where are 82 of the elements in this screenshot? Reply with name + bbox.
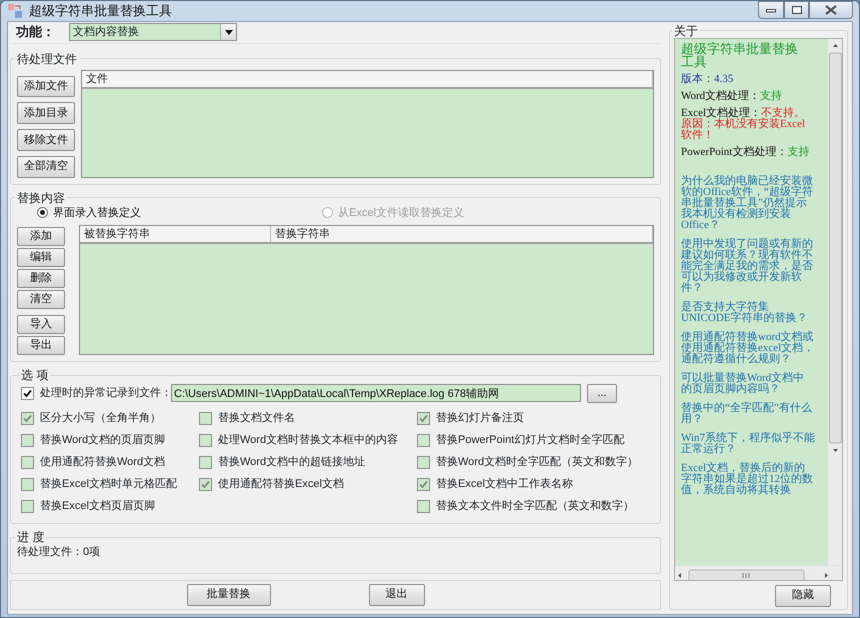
browse-button[interactable]: ...: [587, 384, 617, 402]
checkbox[interactable]: [21, 386, 34, 400]
column-header[interactable]: 文件: [82, 70, 653, 86]
minimize-button[interactable]: [758, 1, 784, 19]
checkbox[interactable]: [21, 500, 34, 512]
list-button[interactable]: 删除: [17, 269, 65, 288]
hide-button[interactable]: 隐藏: [775, 584, 831, 606]
checkbox-label: 替换Word文档的页眉页脚: [40, 432, 166, 448]
list-button[interactable]: 添加: [17, 227, 65, 246]
list-button[interactable]: 全部清空: [17, 156, 75, 178]
checkbox-label: 处理时的异常记录到文件：: [40, 386, 172, 401]
checkbox-label: 处理Word文档时替换文本框中的内容: [218, 432, 398, 448]
group-title: 替换内容: [16, 190, 66, 204]
dropdown-arrow-icon: [224, 30, 232, 34]
faq-link[interactable]: Win7系统下，程序似乎不能正常运行？: [681, 432, 815, 454]
list-button[interactable]: 清空: [17, 290, 65, 309]
group-title: 待处理文件: [16, 52, 78, 66]
checkbox[interactable]: [199, 412, 212, 424]
faq-link[interactable]: Excel文档，替换后的新的字符串如果是超过12位的数值，系统自动将其转换: [681, 462, 815, 496]
action-button[interactable]: 退出: [368, 584, 424, 606]
list-button[interactable]: 添加文件: [17, 76, 75, 98]
checkbox-label: 替换Word文档中的超链接地址: [218, 454, 366, 470]
faq-link[interactable]: 为什么我的电脑已经安装微软的Office软件，“超级字符串批量替换工具”仍然提示我本机没有检测到安装Office？: [681, 176, 815, 230]
checkbox[interactable]: [21, 412, 34, 424]
checkbox[interactable]: [199, 456, 212, 468]
maximize-button[interactable]: [784, 1, 809, 19]
checkbox[interactable]: [417, 478, 430, 490]
radio-dot-icon: [40, 210, 45, 216]
column-header[interactable]: 替换字符串: [270, 226, 653, 242]
checkbox-label: 替换Excel文档页眉页脚: [40, 498, 155, 514]
list-button[interactable]: 移除文件: [17, 129, 75, 151]
list-button[interactable]: 添加目录: [17, 102, 75, 124]
checkbox[interactable]: [417, 500, 430, 512]
horizontal-scrollbar[interactable]: [675, 564, 842, 580]
close-icon: [825, 5, 837, 15]
checkbox-label: 替换Word文档时全字匹配（英文和数字）: [436, 454, 638, 470]
app-icon: [7, 2, 23, 19]
faq-link[interactable]: 可以批量替换Word文档中的页眉页脚内容吗？: [681, 372, 815, 394]
minimize-icon: [766, 7, 776, 13]
checkbox-label: 替换Excel文档时单元格匹配: [40, 476, 177, 492]
checkbox-label: 替换幻灯片备注页: [436, 410, 524, 426]
checkbox-label: 替换Excel文档中工作表名称: [436, 476, 573, 492]
checkbox[interactable]: [417, 434, 430, 446]
faq-link[interactable]: 替换中的“全字匹配”有什么用？: [681, 402, 815, 424]
faq-link[interactable]: 使用中发现了问题或有新的建议如何联系？现有软件不能完全满足我的需求，是否可以为我修改或开发新软件？: [681, 238, 815, 294]
checkbox[interactable]: [21, 478, 34, 490]
checkbox[interactable]: [21, 456, 34, 468]
group-title: 关于: [673, 24, 699, 38]
checkbox-label: 区分大小写（全角半角）: [40, 410, 161, 426]
support-status: PowerPoint文档处理：支持: [681, 146, 810, 158]
function-label: 功能：: [16, 23, 55, 42]
checkbox-label: 替换文本文件时全字匹配（英文和数字）: [436, 498, 634, 514]
progress-status: 待处理文件：0项: [17, 544, 102, 560]
checkbox-label: 替换PowerPoint幻灯片文档时全字匹配: [436, 432, 624, 448]
support-status: Word文档处理：支持: [681, 90, 784, 102]
vertical-scrollbar[interactable]: [827, 38, 842, 564]
window-title: 超级字符串批量替换工具: [29, 2, 172, 20]
close-button[interactable]: [809, 1, 853, 19]
group-title: 选 项: [20, 368, 50, 382]
group-title: 进 度: [16, 530, 46, 544]
list-button[interactable]: 编辑: [17, 248, 65, 267]
checkbox-label: 使用通配符替换Excel文档: [218, 476, 344, 492]
app-name: 超级字符串批量替换工具: [681, 42, 799, 68]
list-button[interactable]: 导出: [17, 336, 65, 355]
checkbox[interactable]: [21, 434, 34, 446]
checkbox-label: 使用通配符替换Word文档: [40, 454, 166, 470]
list-button[interactable]: 导入: [17, 315, 65, 334]
version-text: 版本：4.35: [681, 74, 734, 84]
faq-link[interactable]: 使用通配符替换word文档或使用通配符替换excel文档，通配符遵循什么规则？: [681, 332, 815, 364]
faq-link[interactable]: 是否支持大字符集UNICODE字符串的替换？: [681, 302, 815, 324]
radio-option[interactable]: 界面录入替换定义: [37, 204, 141, 221]
checkbox[interactable]: [199, 434, 212, 446]
log-path-field[interactable]: C:\Users\ADMINI~1\AppData\Local\Temp\XReplace.log 678辅助网: [171, 384, 581, 402]
checkbox[interactable]: [417, 456, 430, 468]
support-status: Excel文档处理：不支持。原因：本机没有安装Excel软件！: [681, 108, 806, 140]
checkbox[interactable]: [417, 412, 430, 424]
function-dropdown[interactable]: 文档内容替换: [69, 23, 237, 41]
maximize-icon: [792, 6, 802, 14]
column-header[interactable]: 被替换字符串: [80, 226, 271, 242]
action-button[interactable]: 批量替换: [186, 584, 270, 606]
checkbox-label: 替换文档文件名: [218, 410, 295, 426]
checkbox[interactable]: [199, 478, 212, 490]
